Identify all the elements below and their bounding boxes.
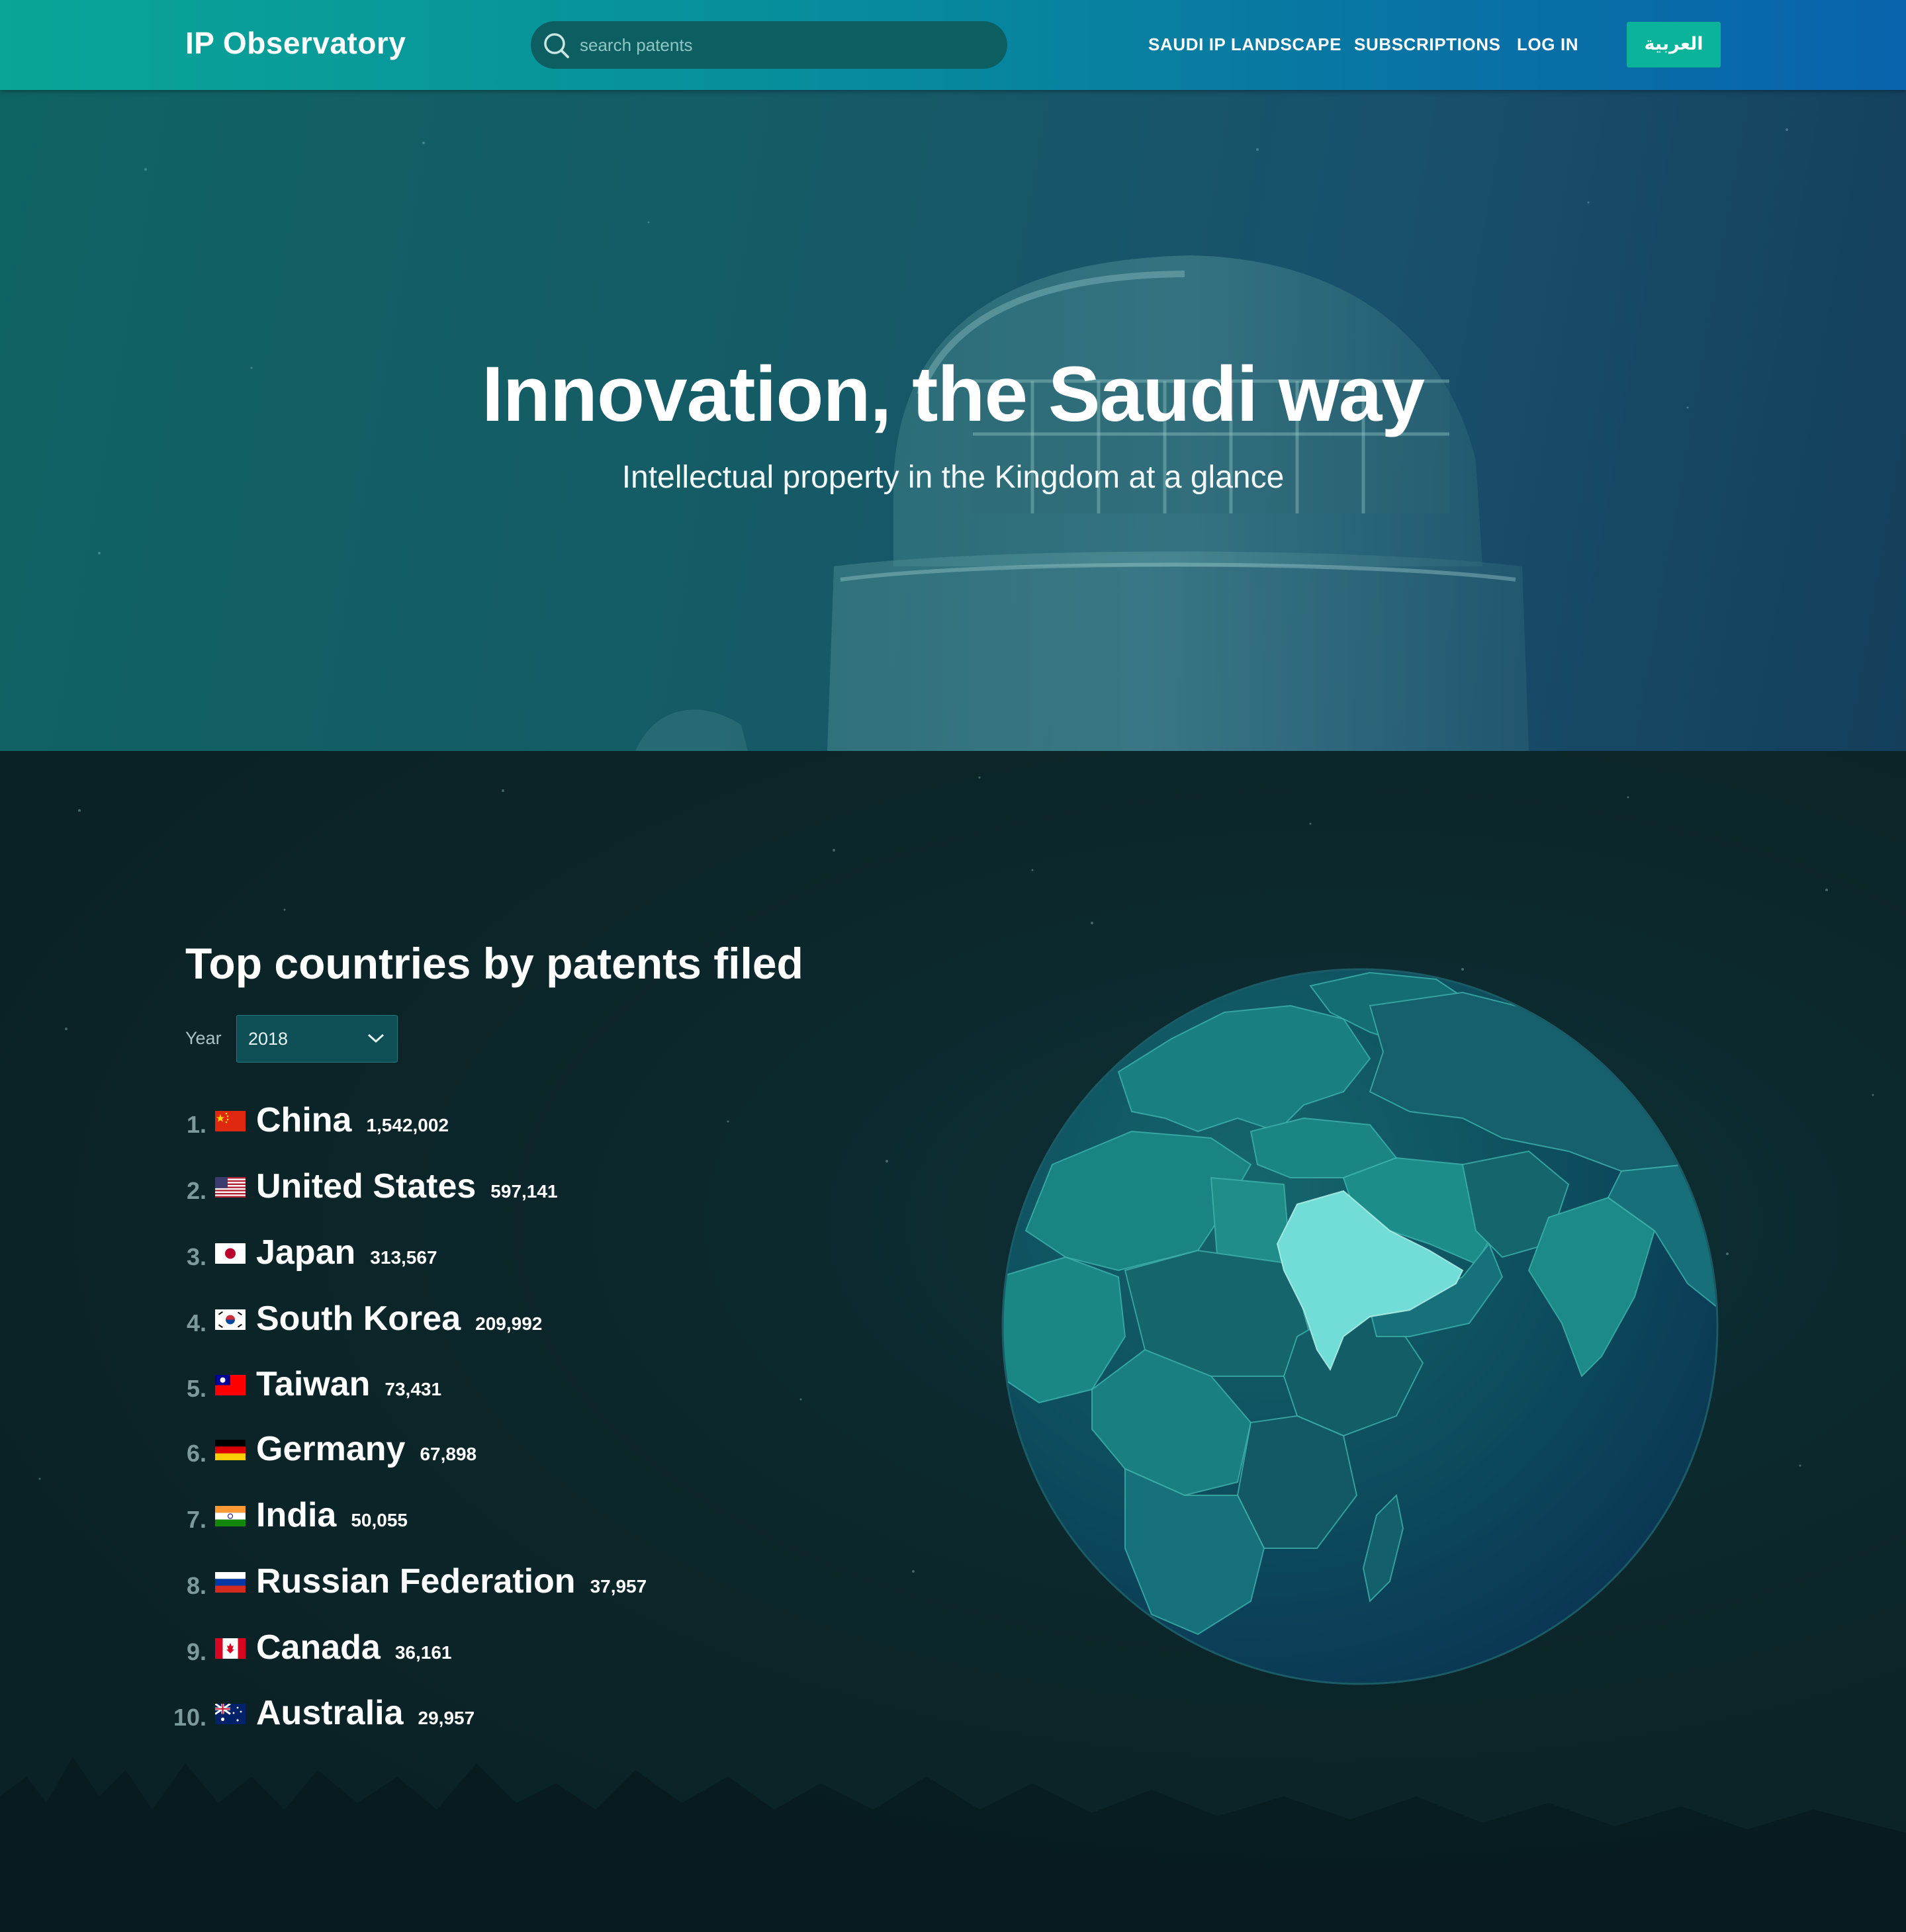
- nav-subscriptions[interactable]: SUBSCRIPTIONS: [1354, 34, 1501, 55]
- country-name: South Korea 209,992: [256, 1299, 543, 1338]
- rank-number: 10.: [173, 1704, 206, 1731]
- patent-count: 67,898: [420, 1444, 477, 1464]
- search-bar[interactable]: [531, 21, 1007, 69]
- year-label: Year: [185, 1028, 222, 1048]
- patent-count: 313,567: [370, 1247, 437, 1268]
- country-name: China 1,542,002: [256, 1101, 449, 1139]
- rank-number: 7.: [186, 1506, 206, 1533]
- tw-flag-icon: [215, 1375, 246, 1395]
- hero-banner: Innovation, the Saudi way Intellectual p…: [0, 90, 1906, 751]
- de-flag-icon: [215, 1440, 246, 1460]
- country-name: Taiwan 73,431: [256, 1365, 442, 1403]
- country-name: Canada 36,161: [256, 1628, 452, 1667]
- patent-count: 37,957: [590, 1576, 647, 1597]
- hero-subtitle: Intellectual property in the Kingdom at …: [621, 460, 1285, 495]
- country-name: United States 597,141: [256, 1167, 558, 1206]
- patent-count: 36,161: [394, 1642, 452, 1663]
- country-name: Germany 67,898: [256, 1430, 477, 1468]
- rank-number: 1.: [186, 1111, 206, 1138]
- rank-number: 2.: [186, 1177, 206, 1204]
- rank-number: 3.: [186, 1243, 206, 1270]
- au-flag-icon: [215, 1704, 246, 1724]
- patent-count: 73,431: [385, 1379, 442, 1399]
- country-name: Australia 29,957: [256, 1694, 475, 1732]
- rank-number: 6.: [186, 1440, 206, 1467]
- top-navbar: IP Observatory SAUDI IP LANDSCAPE SUBSCR…: [0, 0, 1906, 90]
- year-dropdown[interactable]: 2018: [236, 1015, 398, 1063]
- cn-flag-icon: [215, 1111, 246, 1131]
- us-flag-icon: [215, 1177, 246, 1198]
- patent-count: 209,992: [475, 1313, 543, 1334]
- rank-number: 8.: [186, 1572, 206, 1599]
- patent-count: 1,542,002: [366, 1115, 449, 1135]
- rank-number: 4.: [186, 1309, 206, 1337]
- rank-number: 5.: [186, 1375, 206, 1402]
- ca-flag-icon: [215, 1638, 246, 1659]
- country-name: India 50,055: [256, 1496, 408, 1534]
- patent-count: 597,141: [490, 1181, 558, 1202]
- rank-number: 9.: [186, 1638, 206, 1665]
- language-toggle-button[interactable]: العربية: [1627, 22, 1721, 67]
- ru-flag-icon: [215, 1572, 246, 1593]
- year-dropdown-value: 2018: [248, 1029, 289, 1049]
- in-flag-icon: [215, 1506, 246, 1526]
- search-input[interactable]: [580, 21, 990, 69]
- country-name: Japan 313,567: [256, 1233, 437, 1272]
- nav-saudi-ip-landscape[interactable]: SAUDI IP LANDSCAPE: [1148, 34, 1341, 55]
- kr-flag-icon: [215, 1309, 246, 1330]
- chevron-down-icon: [367, 1033, 385, 1043]
- patent-count: 29,957: [418, 1708, 475, 1728]
- jp-flag-icon: [215, 1243, 246, 1264]
- ranking-title: Top countries by patents filed: [185, 939, 803, 988]
- country-name: Russian Federation 37,957: [256, 1562, 647, 1601]
- brand-logo[interactable]: IP Observatory: [185, 25, 406, 61]
- search-icon: [544, 33, 569, 58]
- nav-log-in[interactable]: LOG IN: [1517, 34, 1578, 55]
- hero-title: Innovation, the Saudi way: [482, 351, 1425, 438]
- patent-count: 50,055: [351, 1510, 408, 1530]
- page: IP Observatory SAUDI IP LANDSCAPE SUBSCR…: [0, 0, 1906, 1932]
- globe-map[interactable]: [999, 966, 1721, 1687]
